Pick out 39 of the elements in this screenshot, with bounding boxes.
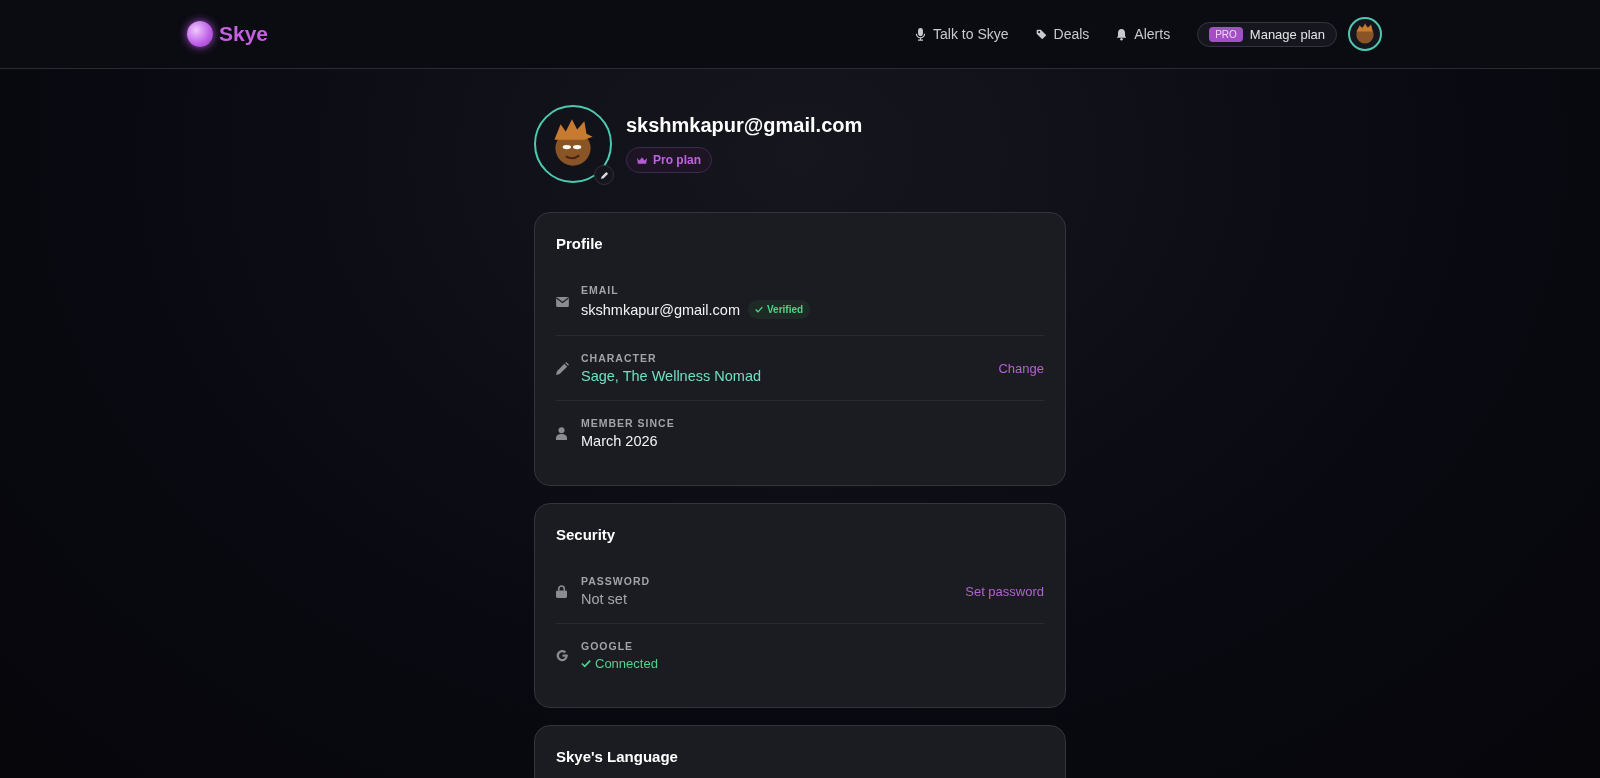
field-value: Not set <box>581 591 627 607</box>
person-icon <box>556 426 567 440</box>
envelope-icon <box>556 296 569 307</box>
pencil-icon <box>599 170 609 180</box>
field-label: MEMBER SINCE <box>581 417 676 429</box>
crown-icon <box>637 155 647 165</box>
tag-nav-link[interactable]: Deals <box>1035 26 1090 42</box>
microphone-icon <box>915 27 927 41</box>
google-g-icon <box>556 649 569 662</box>
pro-badge: PRO <box>1209 26 1243 42</box>
verified-badge: Verified <box>747 300 811 319</box>
avatar-icon[interactable] <box>1348 17 1382 51</box>
action-link[interactable]: Change <box>998 360 1044 376</box>
field-label: EMAIL <box>581 284 620 296</box>
edit-avatar-button[interactable] <box>594 165 614 185</box>
microphone-nav-link[interactable]: Talk to Skye <box>915 26 1009 42</box>
card-title: Profile <box>556 235 604 252</box>
lock-icon <box>556 584 567 598</box>
pencil-icon <box>556 361 569 375</box>
field-value: Sage, The Wellness Nomad <box>581 368 761 384</box>
field-value: March 2026 <box>581 433 658 449</box>
card-title: Skye's Language <box>556 748 679 765</box>
check-icon <box>754 306 763 313</box>
orb-logo-icon <box>187 21 213 47</box>
field-label: CHARACTER <box>581 352 658 364</box>
action-link[interactable]: Set password <box>965 583 1044 599</box>
brand-name[interactable]: Skye <box>219 22 269 46</box>
bell-nav-link[interactable]: Alerts <box>1116 26 1171 42</box>
field-label: PASSWORD <box>581 575 652 587</box>
bell-icon <box>1116 27 1128 41</box>
check-icon <box>581 659 591 668</box>
card-title: Security <box>556 526 617 543</box>
field-value: Connected <box>581 656 658 671</box>
plan-badge: Pro plan <box>626 147 712 173</box>
profile-email: skshmkapur@gmail.com <box>626 114 863 137</box>
manage-plan-button[interactable]: PRO Manage plan <box>1197 21 1337 47</box>
field-label: GOOGLE <box>581 640 635 652</box>
tag-icon <box>1035 27 1047 41</box>
field-value: skshmkapur@gmail.com <box>581 301 740 318</box>
